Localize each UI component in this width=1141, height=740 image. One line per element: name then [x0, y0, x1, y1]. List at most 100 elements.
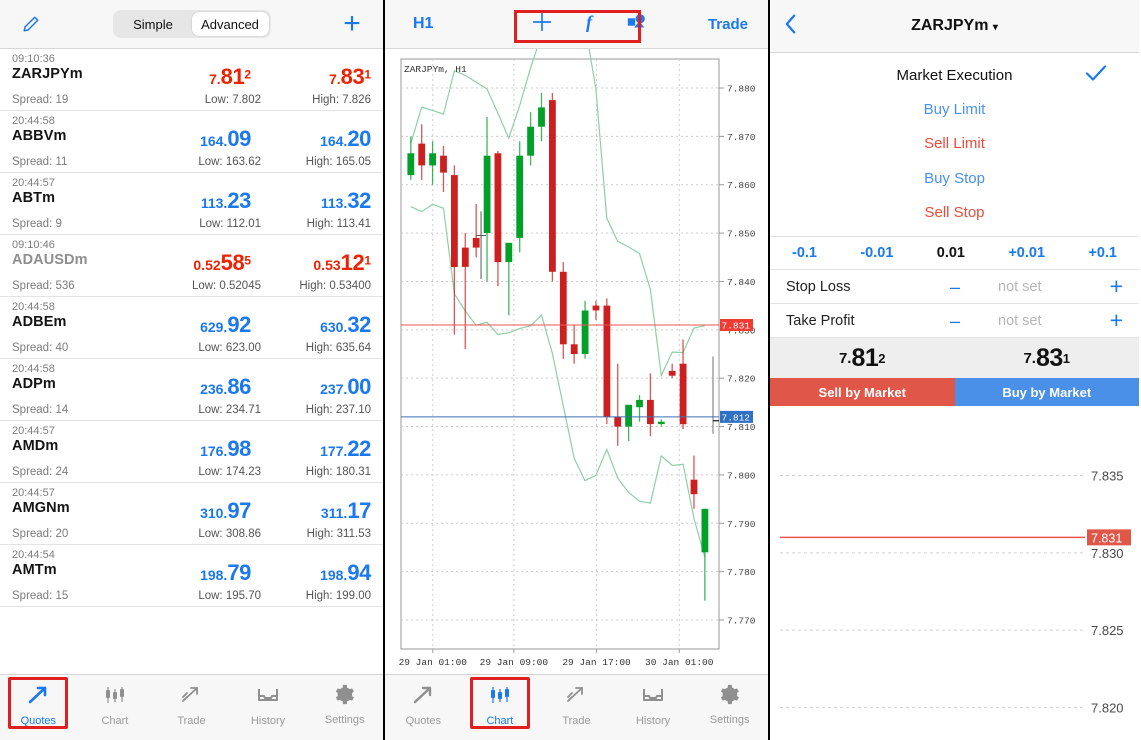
quote-bid: 113.23	[200, 188, 252, 213]
quote-time: 09:10:36	[12, 53, 55, 65]
order-symbol-selector[interactable]: ZARJPYm ▾	[770, 17, 1139, 35]
quote-time: 20:44:58	[12, 115, 55, 127]
order-action-row: Sell by Market Buy by Market	[770, 378, 1139, 406]
take-profit-increment[interactable]: +	[1110, 309, 1123, 332]
quote-spread: Spread: 19	[12, 94, 69, 106]
quote-high: High: 165.05	[305, 156, 371, 168]
order-type-sell-stop[interactable]: Sell Stop	[770, 196, 1139, 231]
quote-symbol: ABTm	[12, 190, 56, 206]
bid-prefix: 7.	[838, 349, 852, 367]
stop-loss-value[interactable]: not set	[998, 279, 1042, 295]
svg-text:7.800: 7.800	[727, 470, 756, 481]
mode-segmented-control[interactable]: Simple Advanced	[112, 10, 271, 38]
quote-row[interactable]: 20:44:54 AMTm 198.79 198.94 Spread: 15 Low: 1…	[0, 545, 383, 607]
volume-minus-001[interactable]: -0.01	[860, 245, 893, 261]
mini-price-chart[interactable]: 7.835 7.830 7.825 7.820 7.831	[770, 406, 1139, 740]
quote-ask: 0.53121	[313, 250, 371, 275]
candlestick-chart-svg[interactable]: 7.8807.8707.8607.8507.8407.8307.8207.810…	[385, 49, 770, 674]
quote-symbol: ADPm	[12, 376, 56, 392]
quote-high: High: 199.00	[305, 590, 371, 602]
tab-trade[interactable]: Trade	[153, 683, 230, 727]
take-profit-decrement[interactable]: –	[950, 312, 960, 330]
order-type-sell-limit[interactable]: Sell Limit	[770, 127, 1139, 162]
tab-settings[interactable]: Settings	[691, 683, 768, 726]
quote-symbol: ADBEm	[12, 314, 67, 330]
plus-icon[interactable]: +	[335, 9, 369, 39]
volume-minus-01[interactable]: -0.1	[792, 245, 817, 261]
volume-plus-01[interactable]: +0.1	[1088, 245, 1117, 261]
quotes-toolbar: Simple Advanced +	[0, 0, 383, 49]
svg-text:7.790: 7.790	[727, 519, 756, 530]
quote-row[interactable]: 20:44:57 AMDm 176.98 177.22 Spread: 24 Low: 1…	[0, 421, 383, 483]
buy-by-market-button[interactable]: Buy by Market	[954, 378, 1139, 406]
quote-bid: 0.52585	[193, 250, 251, 275]
tab-quotes[interactable]: Quotes	[385, 683, 462, 727]
quote-time: 20:44:58	[12, 301, 55, 313]
quote-ask: 311.17	[320, 498, 372, 523]
tab-label: Chart	[101, 715, 129, 727]
quote-row[interactable]: 09:10:36 ZARJPYm 7.812 7.831 Spread: 19 Low: …	[0, 49, 383, 111]
quote-row[interactable]: 20:44:58 ADPm 236.86 237.00 Spread: 14 Low: 2…	[0, 359, 383, 421]
pencil-icon[interactable]	[14, 15, 48, 33]
quote-high: High: 180.31	[305, 466, 371, 478]
take-profit-value[interactable]: not set	[998, 313, 1042, 329]
quote-row[interactable]: 20:44:58 ABBVm 164.09 164.20 Spread: 11 Low: …	[0, 111, 383, 173]
quote-bid: 198.79	[200, 560, 251, 585]
svg-text:7.830: 7.830	[1091, 546, 1124, 561]
trade-button[interactable]: Trade	[708, 16, 748, 33]
timeframe-label[interactable]: H1	[413, 15, 433, 33]
quote-row[interactable]: 20:44:57 AMGNm 310.97 311.17 Spread: 20 Low: …	[0, 483, 383, 545]
highlight-box-chart-tools	[514, 10, 641, 43]
price-chart[interactable]: 7.8807.8707.8607.8507.8407.8307.8207.810…	[385, 49, 770, 674]
stop-loss-row[interactable]: Stop Loss – not set +	[770, 270, 1139, 304]
quote-row[interactable]: 20:44:57 ABTm 113.23 113.32 Spread: 9 Low: 11…	[0, 173, 383, 235]
order-price-row: 7. 81 2 7. 83 1	[770, 338, 1139, 378]
chevron-left-icon[interactable]	[784, 12, 797, 40]
stop-loss-increment[interactable]: +	[1110, 275, 1123, 298]
tab-chart[interactable]: Chart	[462, 677, 539, 729]
tab-label: History	[635, 715, 671, 727]
quote-ask: 630.32	[320, 312, 371, 337]
tab-chart[interactable]: Chart	[77, 683, 154, 727]
tab-history[interactable]: History	[615, 683, 692, 727]
quote-ask: 164.20	[320, 126, 371, 151]
check-icon	[1085, 64, 1107, 86]
candlestick-icon	[488, 683, 512, 712]
order-type-buy-limit[interactable]: Buy Limit	[770, 92, 1139, 127]
volume-plus-001[interactable]: +0.01	[1008, 245, 1045, 261]
chevron-down-icon: ▾	[992, 22, 998, 33]
volume-stepper-row: -0.1 -0.01 0.01 +0.01 +0.1	[770, 236, 1139, 270]
quotes-list[interactable]: 09:10:36 ZARJPYm 7.812 7.831 Spread: 19 Low: …	[0, 49, 383, 662]
quote-low: Low: 623.00	[198, 342, 261, 354]
quote-ask: 113.32	[320, 188, 372, 213]
order-type-buy-stop[interactable]: Buy Stop	[770, 161, 1139, 196]
sell-by-market-button[interactable]: Sell by Market	[770, 378, 955, 406]
segment-advanced[interactable]: Advanced	[191, 12, 269, 36]
tab-label: Quotes	[405, 715, 442, 727]
inbox-icon	[641, 683, 665, 712]
quote-row[interactable]: 09:10:46 ADAUSDm 0.52585 0.53121 Spread: 536…	[0, 235, 383, 297]
take-profit-row[interactable]: Take Profit – not set +	[770, 304, 1139, 338]
quote-bid: 176.98	[200, 436, 251, 461]
quote-row[interactable]: 20:44:58 ADBEm 629.92 630.32 Spread: 40 Low: …	[0, 297, 383, 359]
tab-label: Quotes	[20, 715, 57, 727]
tab-quotes[interactable]: Quotes	[0, 677, 77, 729]
ask-big: 83	[1035, 343, 1063, 372]
tab-label: Settings	[324, 714, 365, 726]
arrow-trend-icon	[26, 683, 50, 712]
quotes-screen: Simple Advanced + 09:10:36 ZARJPYm 7.812 7.…	[0, 0, 385, 740]
tab-history[interactable]: History	[230, 683, 307, 727]
segment-simple[interactable]: Simple	[115, 12, 192, 36]
tab-trade[interactable]: Trade	[538, 683, 615, 727]
volume-value[interactable]: 0.01	[937, 245, 965, 261]
quote-time: 20:44:58	[12, 363, 55, 375]
order-symbol-label: ZARJPYm	[911, 17, 989, 34]
quote-spread: Spread: 20	[12, 528, 69, 540]
stop-loss-decrement[interactable]: –	[950, 278, 960, 296]
quote-symbol: ZARJPYm	[12, 66, 83, 82]
new-order-screen: ZARJPYm ▾ Market Execution Buy Limit Sel…	[770, 0, 1139, 740]
execution-type-row[interactable]: Market Execution	[770, 58, 1139, 92]
svg-text:7.850: 7.850	[727, 229, 756, 240]
quote-time: 20:44:54	[12, 549, 55, 561]
tab-settings[interactable]: Settings	[306, 683, 383, 726]
